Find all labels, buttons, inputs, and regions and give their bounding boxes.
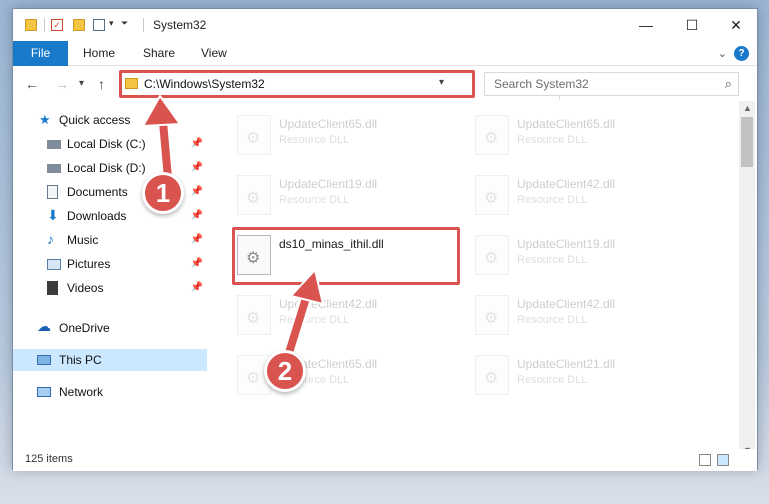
arrow-to-address bbox=[141, 94, 182, 179]
arrow-to-file bbox=[281, 267, 325, 358]
step-1-badge: 1 bbox=[142, 172, 184, 214]
annotation-arrows bbox=[141, 94, 325, 358]
step-2-badge: 2 bbox=[264, 350, 306, 392]
